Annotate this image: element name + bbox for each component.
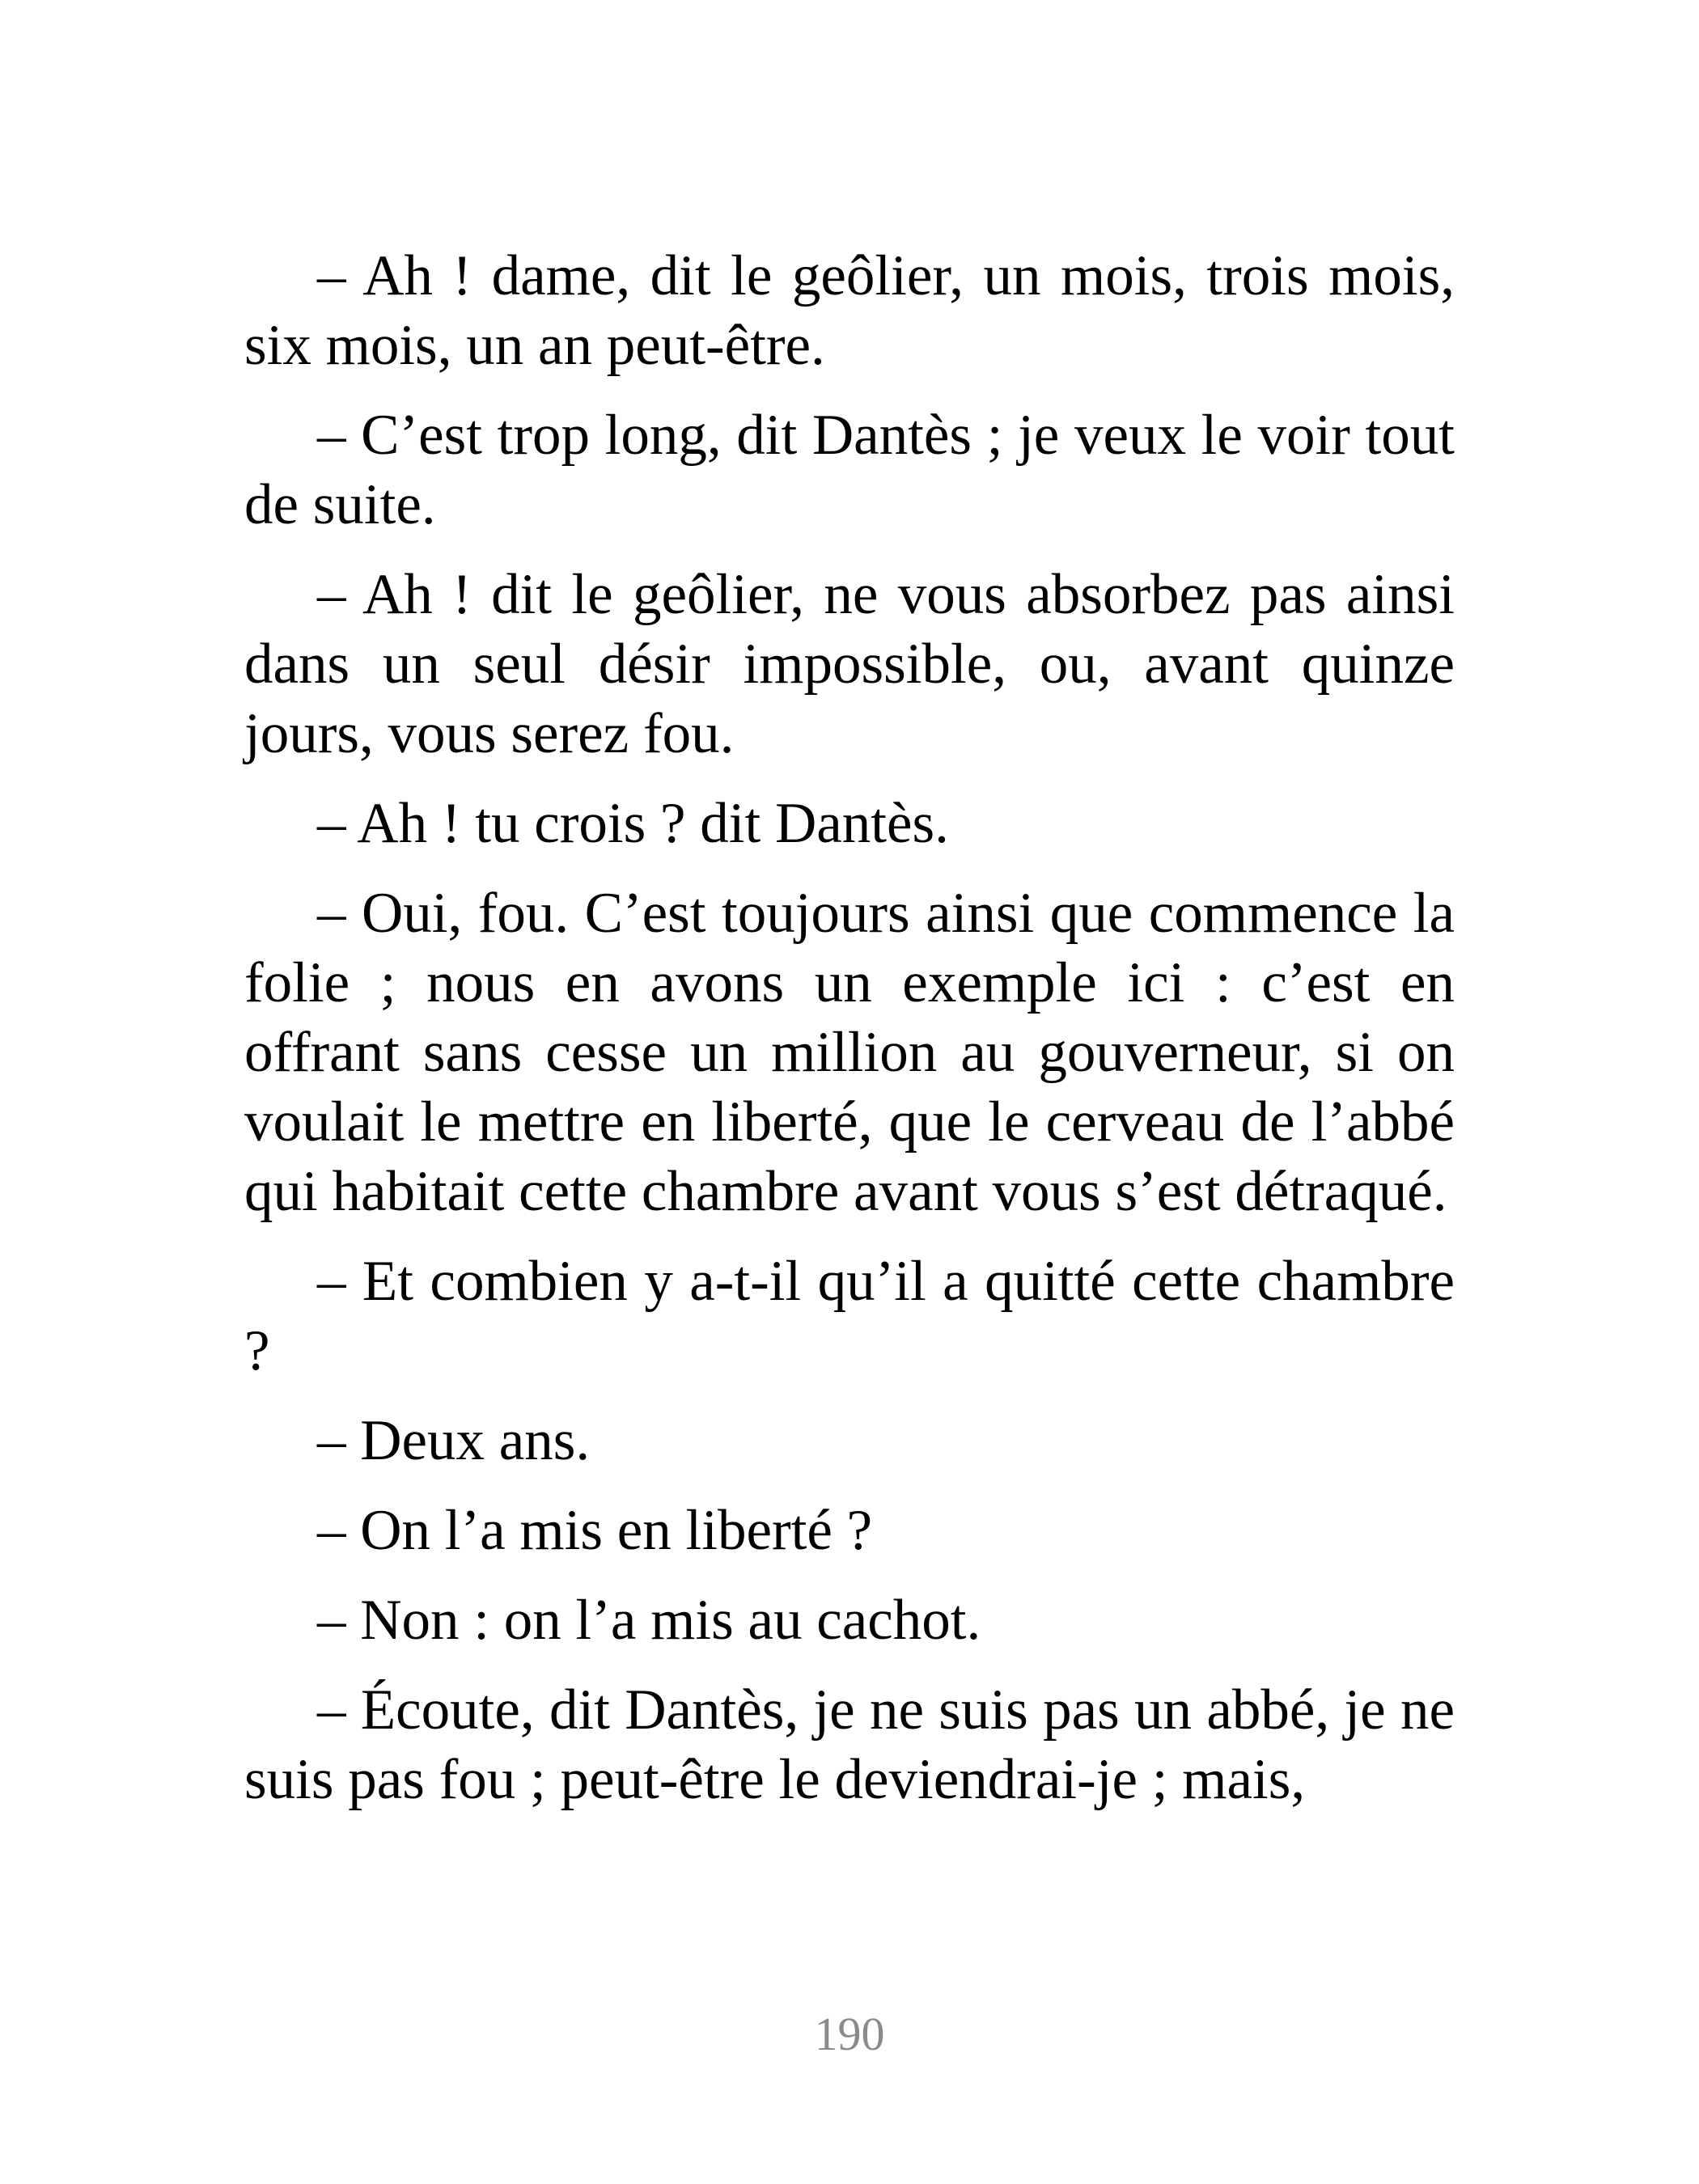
paragraph: – On l’a mis en liberté ? [317,1499,873,1562]
page-number: 190 [814,2008,885,2060]
body-text: – Ah ! dame, dit le geôlier, un mois, tr… [244,241,1455,1835]
paragraph: – Ah ! tu crois ? dit Dantès. [317,792,949,855]
paragraph: – Non : on l’a mis au cachot. [317,1589,981,1652]
paragraph: – Ah ! dame, dit le geôlier, un mois, tr… [244,244,1455,377]
paragraph: – Deux ans. [317,1409,591,1472]
paragraph: – Ah ! dit le geôlier, ne vous absorbez … [244,563,1455,765]
paragraph: – Oui, fou. C’est toujours ainsi que com… [244,882,1455,1223]
book-page: – Ah ! dame, dit le geôlier, un mois, tr… [0,0,1699,2184]
paragraph: – Et combien y a-t-il qu’il a quitté cet… [244,1250,1455,1382]
paragraph: – C’est trop long, dit Dantès ; je veux … [244,404,1455,536]
paragraph: – Écoute, dit Dantès, je ne suis pas un … [244,1678,1455,1811]
